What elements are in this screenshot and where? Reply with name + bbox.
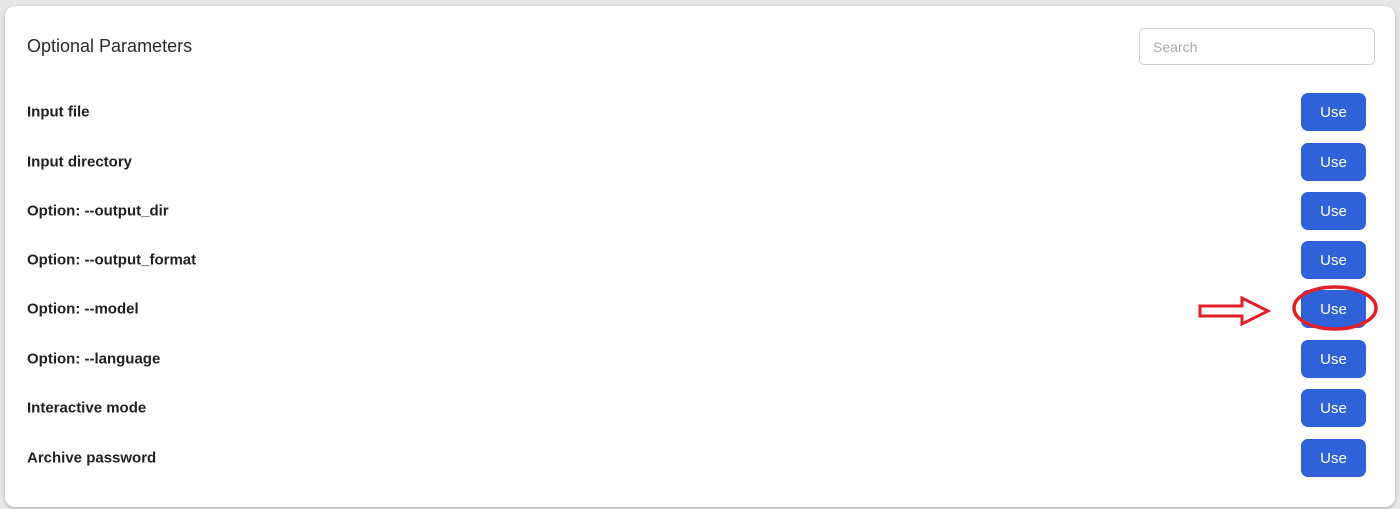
parameter-label: Option: --output_dir	[27, 202, 169, 220]
use-button-output-dir[interactable]: Use	[1301, 192, 1366, 230]
parameter-label: Input directory	[27, 153, 133, 171]
search-input[interactable]	[1139, 28, 1375, 65]
annotation-arrow-icon	[1198, 295, 1272, 327]
use-button-input-file[interactable]: Use	[1301, 93, 1366, 131]
parameter-row-archive-password: Archive password Use	[27, 439, 1366, 477]
use-button-language[interactable]: Use	[1301, 340, 1366, 378]
parameter-label: Option: --model	[27, 300, 139, 318]
parameter-row-input-file: Input file Use	[27, 93, 1366, 131]
parameter-label: Interactive mode	[27, 399, 147, 417]
use-button-input-directory[interactable]: Use	[1301, 143, 1366, 181]
use-button-archive-password[interactable]: Use	[1301, 439, 1366, 477]
optional-parameters-panel: Optional Parameters Input file Use Input…	[5, 6, 1395, 507]
parameter-label: Archive password	[27, 449, 157, 467]
parameter-row-interactive-mode: Interactive mode Use	[27, 389, 1366, 427]
parameter-row-input-directory: Input directory Use	[27, 143, 1366, 181]
parameter-row-output-format: Option: --output_format Use	[27, 241, 1366, 279]
parameter-row-output-dir: Option: --output_dir Use	[27, 192, 1366, 230]
panel-title: Optional Parameters	[27, 36, 193, 56]
parameter-label: Option: --language	[27, 350, 161, 368]
annotation-circle-icon	[1292, 285, 1378, 331]
parameter-label: Option: --output_format	[27, 251, 197, 269]
use-button-interactive-mode[interactable]: Use	[1301, 389, 1366, 427]
parameter-label: Input file	[27, 103, 90, 121]
parameter-row-model: Option: --model Use	[27, 290, 1366, 328]
parameter-row-language: Option: --language Use	[27, 340, 1366, 378]
use-button-output-format[interactable]: Use	[1301, 241, 1366, 279]
